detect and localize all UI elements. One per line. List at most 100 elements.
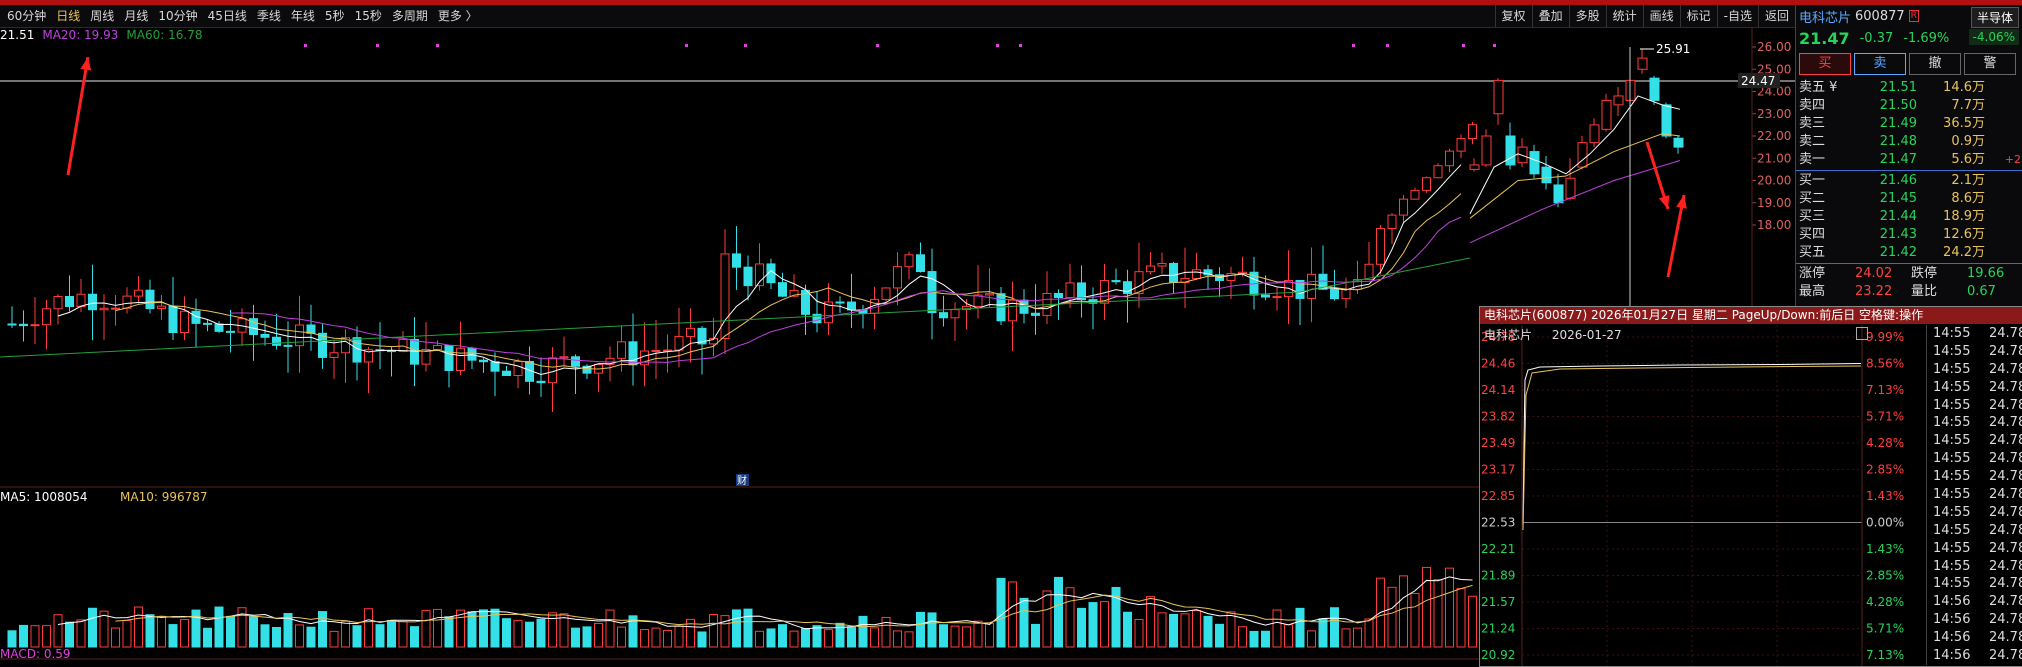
candle[interactable] <box>1192 252 1201 281</box>
candle[interactable] <box>1295 279 1305 325</box>
candle[interactable] <box>1433 163 1443 179</box>
candle[interactable] <box>479 358 488 373</box>
candle[interactable] <box>697 325 707 375</box>
period-tab-8[interactable]: 5秒 <box>320 5 350 27</box>
bids-row-0[interactable]: 买一 21.46 2.1万 <box>1796 172 2022 190</box>
candle[interactable] <box>364 346 373 394</box>
candle[interactable] <box>1215 267 1224 297</box>
candle[interactable] <box>180 296 189 340</box>
candle[interactable] <box>1517 138 1528 168</box>
candle[interactable] <box>1505 122 1516 170</box>
candle[interactable] <box>237 308 247 346</box>
candle[interactable] <box>835 296 845 313</box>
candle[interactable] <box>1284 250 1293 325</box>
candle[interactable] <box>1146 252 1155 275</box>
tool-button-6[interactable]: -自选 <box>1716 5 1758 27</box>
period-tab-9[interactable]: 15秒 <box>350 5 387 27</box>
event-marker[interactable] <box>1386 44 1389 47</box>
asks-row-4[interactable]: 卖一 21.47 5.6万 +2 <box>1796 151 2022 169</box>
candle[interactable] <box>191 298 201 348</box>
period-tab-7[interactable]: 年线 <box>286 5 320 27</box>
asks-row-3[interactable]: 卖二 21.48 0.9万 <box>1796 133 2022 151</box>
event-marker[interactable] <box>996 44 999 47</box>
bids-row-2[interactable]: 买三 21.44 18.9万 <box>1796 208 2022 226</box>
candle[interactable] <box>847 273 856 328</box>
candle[interactable] <box>651 320 661 379</box>
candle[interactable] <box>778 272 787 297</box>
candle[interactable] <box>410 317 419 387</box>
candle[interactable] <box>916 242 925 273</box>
candle[interactable] <box>387 346 396 377</box>
candle[interactable] <box>1387 213 1397 245</box>
period-tab-1[interactable]: 日线 <box>51 5 85 27</box>
candle[interactable] <box>134 276 143 304</box>
event-marker[interactable] <box>304 44 307 47</box>
alert-button[interactable]: 警 <box>1964 53 2016 75</box>
candle[interactable] <box>1468 121 1477 145</box>
event-marker[interactable] <box>876 44 879 47</box>
candle[interactable] <box>1399 195 1408 223</box>
candle[interactable] <box>341 329 350 383</box>
period-tab-2[interactable]: 周线 <box>85 5 119 27</box>
candle[interactable] <box>145 279 155 314</box>
candle[interactable] <box>1553 173 1564 208</box>
event-marker[interactable] <box>1493 44 1496 47</box>
candle[interactable] <box>1456 134 1466 159</box>
event-marker[interactable] <box>685 44 688 47</box>
tool-button-7[interactable]: 返回 <box>1757 5 1795 27</box>
candle[interactable] <box>1493 78 1504 125</box>
candle[interactable] <box>122 287 132 314</box>
candle[interactable] <box>1445 148 1454 173</box>
candle[interactable] <box>272 313 281 350</box>
candle[interactable] <box>53 294 63 325</box>
candle[interactable] <box>881 287 891 302</box>
candle[interactable] <box>755 243 764 291</box>
candle[interactable] <box>502 366 511 376</box>
candle[interactable] <box>1272 286 1282 311</box>
candle[interactable] <box>1565 158 1576 201</box>
candle[interactable] <box>1111 268 1121 285</box>
period-tab-10[interactable]: 多周期 <box>387 5 433 27</box>
candle[interactable] <box>1637 49 1648 74</box>
candle[interactable] <box>812 291 822 333</box>
candle[interactable] <box>76 278 86 313</box>
candle[interactable] <box>421 322 431 372</box>
candle[interactable] <box>1157 252 1167 274</box>
candle[interactable] <box>1226 266 1236 299</box>
candle[interactable] <box>1410 187 1420 200</box>
tool-button-1[interactable]: 叠加 <box>1531 5 1569 27</box>
candle[interactable] <box>789 274 799 298</box>
candle[interactable] <box>686 308 695 363</box>
candle[interactable] <box>306 304 316 351</box>
period-tab-6[interactable]: 季线 <box>252 5 286 27</box>
tool-button-5[interactable]: 标记 <box>1679 5 1717 27</box>
candle[interactable] <box>99 294 109 340</box>
candle[interactable] <box>640 322 649 387</box>
asks-row-0[interactable]: 卖五 ¥ 21.51 14.6万 <box>1796 79 2022 97</box>
candle[interactable] <box>513 358 523 389</box>
intraday-chart[interactable]: 24.78 9.99%24.46 8.56%24.14 7.13%23.82 5.71%… <box>1480 325 1926 666</box>
tool-button-3[interactable]: 统计 <box>1605 5 1643 27</box>
candle[interactable] <box>927 248 937 340</box>
stock-name[interactable]: 电科芯片 <box>1799 7 1851 26</box>
candle[interactable] <box>1661 102 1672 139</box>
candle[interactable] <box>1031 284 1040 335</box>
candle[interactable] <box>467 346 477 369</box>
bids-row-3[interactable]: 买四 21.43 12.6万 <box>1796 226 2022 244</box>
candle[interactable] <box>1088 287 1098 330</box>
candle[interactable] <box>594 363 603 393</box>
candle[interactable] <box>1364 242 1374 281</box>
candle[interactable] <box>329 340 339 380</box>
candle[interactable] <box>1077 265 1086 318</box>
bids-row-1[interactable]: 买二 21.45 8.6万 <box>1796 190 2022 208</box>
candle[interactable] <box>1613 87 1624 116</box>
candle[interactable] <box>398 331 408 353</box>
candle[interactable] <box>42 299 51 350</box>
candle[interactable] <box>548 347 557 412</box>
candle[interactable] <box>709 317 718 357</box>
bids-row-4[interactable]: 买五 21.42 24.2万 <box>1796 244 2022 262</box>
tool-button-2[interactable]: 多股 <box>1568 5 1606 27</box>
candle[interactable] <box>1469 158 1480 172</box>
candle[interactable] <box>283 321 293 373</box>
candle[interactable] <box>950 302 960 341</box>
